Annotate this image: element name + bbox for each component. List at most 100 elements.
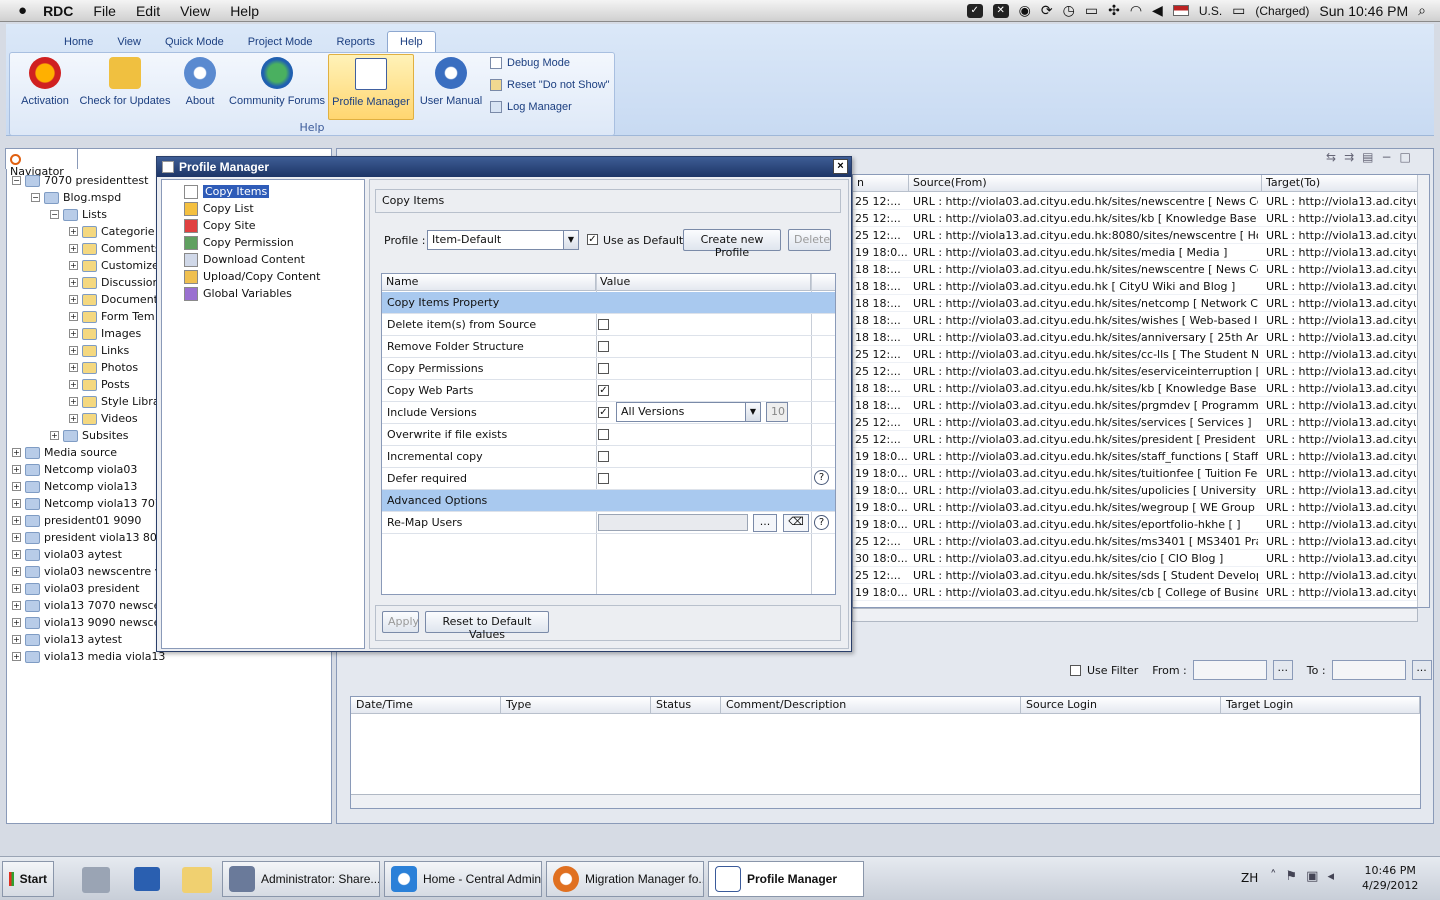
expand-icon[interactable]: + — [12, 567, 21, 576]
maximize-icon[interactable]: □ — [1400, 150, 1419, 164]
log-col-source-login[interactable]: Source Login — [1021, 697, 1221, 714]
tray-expand-icon[interactable]: ˄ — [1270, 869, 1286, 884]
to-date-button[interactable]: ... — [1411, 660, 1432, 680]
language-indicator[interactable]: ZH — [1241, 871, 1258, 885]
table-row[interactable]: 19 18:0... URL : http://viola03.ad.cityu.… — [853, 465, 1417, 482]
expand-icon[interactable]: + — [12, 635, 21, 644]
property-row[interactable]: Copy Web Parts ✓ — [382, 380, 835, 402]
expand-icon[interactable]: + — [69, 363, 78, 372]
menu-edit[interactable]: Edit — [136, 3, 160, 19]
section-copy-items-property[interactable]: Copy Items Property — [382, 292, 835, 314]
flag-icon[interactable] — [1172, 5, 1189, 16]
eraser-icon[interactable]: ⌫ — [783, 514, 809, 532]
tree-item[interactable]: + Style Libra — [69, 393, 160, 410]
expand-icon[interactable]: + — [69, 346, 78, 355]
tree-item[interactable]: + viola03 newscentre vi — [12, 563, 164, 580]
expand-icon[interactable]: + — [69, 414, 78, 423]
table-row[interactable]: 18 18:... URL : http://viola03.ad.cityu.e… — [853, 278, 1417, 295]
tree-item[interactable]: + Customize — [69, 257, 159, 274]
expand-icon[interactable]: + — [69, 261, 78, 270]
log-col-target-login[interactable]: Target Login — [1221, 697, 1420, 714]
move-icon[interactable]: ⇆ — [1326, 150, 1344, 164]
tree-item[interactable]: + Netcomp viola13 7070 — [12, 495, 169, 512]
print-icon[interactable]: ▤ — [1362, 150, 1381, 164]
expand-icon[interactable]: + — [69, 295, 78, 304]
remap-users-field[interactable] — [598, 514, 748, 531]
tree-item[interactable]: + Discussion — [69, 274, 160, 291]
prop-remap-users[interactable]: Re-Map Users ... ⌫ ? — [382, 512, 835, 534]
reset-do-not-show-button[interactable]: Reset "Do not Show" — [490, 79, 610, 91]
log-col-type[interactable]: Type — [501, 697, 651, 714]
versions-select[interactable]: All Versions ▼ — [616, 402, 761, 422]
profile-tree-item[interactable]: Download Content — [184, 251, 305, 268]
property-checkbox[interactable]: ✓ — [598, 385, 609, 396]
tree-item[interactable]: + Posts — [69, 376, 130, 393]
expand-icon[interactable]: + — [12, 533, 21, 542]
tab-project-mode[interactable]: Project Mode — [236, 32, 325, 52]
task-central-admin[interactable]: Home - Central Admin... — [384, 861, 542, 897]
table-row[interactable]: 25 12:... URL : http://viola03.ad.cityu.e… — [853, 210, 1417, 227]
table-row[interactable]: 18 18:... URL : http://viola03.ad.cityu.e… — [853, 380, 1417, 397]
navigator-tab[interactable]: Navigator — [5, 148, 78, 178]
property-checkbox[interactable] — [598, 319, 609, 330]
expand-icon[interactable]: + — [12, 618, 21, 627]
profile-tree-item[interactable]: Upload/Copy Content — [184, 268, 320, 285]
tree-item[interactable]: + Photos — [69, 359, 138, 376]
input-source[interactable]: U.S. — [1199, 4, 1222, 18]
task-profile-manager[interactable]: Profile Manager — [708, 861, 864, 897]
tree-item[interactable]: + viola13 7070 newscer — [12, 597, 165, 614]
tree-item[interactable]: + president viola13 808 — [12, 529, 164, 546]
tab-quick-mode[interactable]: Quick Mode — [153, 32, 236, 52]
log-hscroll[interactable] — [351, 794, 1420, 808]
expand-icon[interactable]: + — [69, 244, 78, 253]
task-migration-manager[interactable]: Migration Manager fo... — [546, 861, 704, 897]
table-row[interactable]: 25 12:... URL : http://viola03.ad.cityu.e… — [853, 414, 1417, 431]
profile-tree-item[interactable]: Copy Site — [184, 217, 256, 234]
expand-icon[interactable]: + — [12, 584, 21, 593]
expand-icon[interactable]: + — [69, 329, 78, 338]
powershell-icon[interactable] — [134, 867, 160, 891]
expand-icon[interactable]: + — [12, 499, 21, 508]
expand-icon[interactable]: + — [12, 448, 21, 457]
tree-item[interactable]: − 7070 presidenttest — [12, 172, 148, 189]
from-date-field[interactable] — [1192, 660, 1267, 680]
time-machine-icon[interactable]: ◷ — [1063, 2, 1075, 19]
menu-view[interactable]: View — [180, 3, 210, 19]
tab-view[interactable]: View — [105, 32, 153, 52]
tab-reports[interactable]: Reports — [325, 32, 388, 52]
status-icon-2[interactable]: ✕ — [992, 3, 1009, 18]
property-checkbox[interactable] — [598, 429, 609, 440]
profile-tree-item[interactable]: Copy Items — [184, 183, 270, 200]
tree-item[interactable]: + Comments — [69, 240, 161, 257]
expand-icon[interactable]: + — [69, 397, 78, 406]
versions-count[interactable]: 10 — [766, 402, 788, 422]
tree-item[interactable]: + viola13 media viola13 — [12, 648, 165, 665]
profile-select[interactable]: Item-Default ▼ — [427, 230, 579, 250]
table-row[interactable]: 19 18:0... URL : http://viola03.ad.cityu.… — [853, 448, 1417, 465]
property-checkbox[interactable] — [598, 473, 609, 484]
expand-icon[interactable]: + — [69, 380, 78, 389]
check-updates-button[interactable]: Check for Updates — [78, 57, 172, 119]
apple-icon[interactable]: ● — [18, 2, 27, 19]
expand-icon[interactable]: + — [12, 465, 21, 474]
to-date-field[interactable] — [1331, 660, 1406, 680]
tab-help[interactable]: Help — [387, 31, 436, 52]
table-row[interactable]: 19 18:0... URL : http://viola03.ad.cityu.… — [853, 516, 1417, 533]
table-row[interactable]: 25 12:... URL : http://viola03.ad.cityu.e… — [853, 363, 1417, 380]
use-default-checkbox[interactable]: ✓ — [587, 234, 598, 245]
table-row[interactable]: 18 18:... URL : http://viola03.ad.cityu.e… — [853, 295, 1417, 312]
help-icon[interactable]: ? — [814, 470, 829, 485]
log-manager-button[interactable]: Log Manager — [490, 101, 572, 113]
tree-item[interactable]: + Images — [69, 325, 141, 342]
table-row[interactable]: 25 12:... URL : http://viola03.ad.cityu.e… — [853, 193, 1417, 210]
expand-icon[interactable]: + — [69, 227, 78, 236]
tree-item[interactable]: − Lists — [50, 206, 107, 223]
tab-home[interactable]: Home — [52, 32, 105, 52]
start-button[interactable]: Start — [2, 861, 54, 897]
property-row[interactable]: Copy Permissions — [382, 358, 835, 380]
move2-icon[interactable]: ⇉ — [1344, 150, 1362, 164]
property-checkbox[interactable] — [598, 451, 609, 462]
table-row[interactable]: 19 18:0... URL : http://viola03.ad.cityu.… — [853, 499, 1417, 516]
expand-icon[interactable]: + — [12, 652, 21, 661]
expand-icon[interactable]: + — [12, 550, 21, 559]
